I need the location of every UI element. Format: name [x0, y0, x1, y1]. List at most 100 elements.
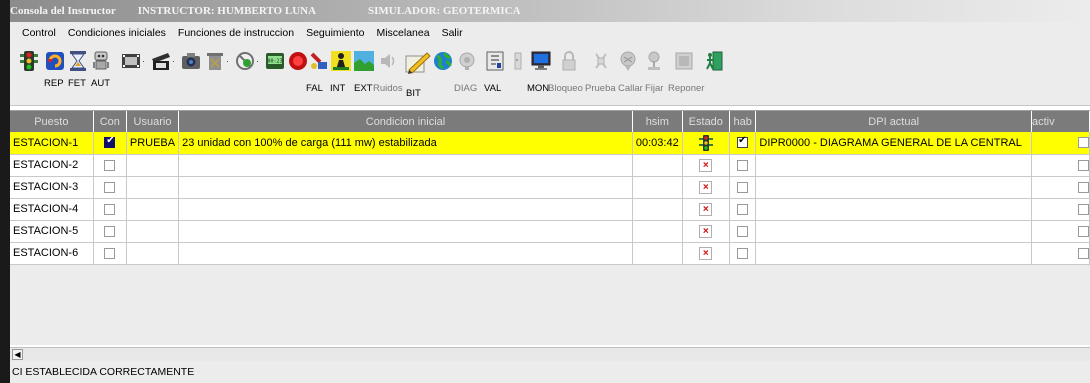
landscape-icon[interactable] — [353, 50, 375, 72]
cell-con[interactable] — [93, 198, 127, 221]
cell-puesto[interactable]: ESTACION-1 — [10, 132, 94, 155]
cell-puesto[interactable]: ESTACION-6 — [10, 242, 94, 265]
col-header-puesto[interactable]: Puesto — [10, 111, 94, 132]
worker-icon[interactable] — [330, 50, 352, 72]
cell-puesto[interactable]: ESTACION-2 — [10, 154, 94, 177]
cell-condicion-inicial[interactable]: 23 unidad con 100% de carga (111 mw) est… — [178, 132, 633, 155]
hab-checkbox[interactable] — [737, 225, 749, 237]
film-icon[interactable] — [120, 50, 142, 72]
con-checkbox[interactable] — [104, 247, 116, 259]
cell-activ[interactable] — [1031, 132, 1090, 155]
cell-puesto[interactable]: ESTACION-5 — [10, 220, 94, 243]
cell-con[interactable] — [93, 220, 127, 243]
cell-usuario[interactable] — [126, 176, 180, 199]
mute-icon[interactable] — [617, 50, 639, 72]
cell-con[interactable] — [93, 154, 127, 177]
diagnostic-icon[interactable] — [456, 50, 478, 72]
col-header-con[interactable]: Con — [93, 111, 127, 132]
robot-icon[interactable] — [90, 50, 112, 72]
table-row[interactable]: ESTACION-6 × — [10, 242, 1090, 265]
activ-checkbox[interactable] — [1077, 159, 1089, 171]
col-header-estado[interactable]: Estado — [682, 111, 730, 132]
hab-checkbox[interactable] — [737, 181, 749, 193]
dropdown-arrow-icon[interactable]: · — [172, 56, 175, 66]
col-header-usuario[interactable]: Usuario — [126, 111, 180, 132]
con-checkbox[interactable] — [104, 203, 116, 215]
cell-condicion-inicial[interactable] — [178, 198, 633, 221]
hab-checkbox[interactable] — [737, 159, 749, 171]
grey-panel-icon[interactable] — [507, 50, 529, 72]
col-header-hsim[interactable]: hsim — [632, 111, 683, 132]
timer-display-icon[interactable]: 00:23 — [264, 50, 286, 72]
menu-seguimiento[interactable]: Seguimiento — [300, 27, 370, 39]
cell-condicion-inicial[interactable] — [178, 220, 633, 243]
activ-checkbox[interactable] — [1077, 181, 1089, 193]
col-header-condicion-inicial[interactable]: Condicion inicial — [178, 111, 633, 132]
menu-condiciones-iniciales[interactable]: Condiciones iniciales — [62, 27, 172, 39]
prohibit-icon[interactable] — [234, 50, 256, 72]
cell-dpi-actual[interactable] — [755, 220, 1032, 243]
dropdown-arrow-icon[interactable]: · — [256, 56, 259, 66]
cell-usuario[interactable]: PRUEBA — [126, 132, 180, 155]
hourglass-icon[interactable] — [67, 50, 89, 72]
pencil-notebook-icon[interactable] — [403, 50, 431, 76]
activ-checkbox[interactable] — [1077, 137, 1089, 149]
cell-dpi-actual[interactable] — [755, 176, 1032, 199]
traffic-light-icon[interactable] — [18, 50, 40, 72]
cell-dpi-actual[interactable] — [755, 154, 1032, 177]
cell-usuario[interactable] — [126, 220, 180, 243]
menu-salir[interactable]: Salir — [436, 27, 469, 39]
horizontal-scrollbar[interactable]: ◀ — [10, 347, 1090, 361]
col-header-hab[interactable]: hab — [729, 111, 757, 132]
cell-activ[interactable] — [1031, 242, 1090, 265]
record-icon[interactable] — [287, 50, 309, 72]
scroll-left-icon[interactable]: ◀ — [12, 349, 23, 360]
hab-checkbox[interactable] — [737, 247, 749, 259]
dropdown-arrow-icon[interactable]: · — [142, 56, 145, 66]
trash-icon[interactable] — [204, 50, 226, 72]
cell-hab[interactable] — [729, 220, 757, 243]
activ-checkbox[interactable] — [1077, 225, 1089, 237]
table-row[interactable]: ESTACION-4 × — [10, 198, 1090, 221]
activ-checkbox[interactable] — [1077, 203, 1089, 215]
cell-usuario[interactable] — [126, 198, 180, 221]
cell-activ[interactable] — [1031, 198, 1090, 221]
cell-activ[interactable] — [1031, 220, 1090, 243]
test-icon[interactable] — [590, 50, 612, 72]
cell-usuario[interactable] — [126, 242, 180, 265]
con-checkbox[interactable] — [104, 159, 116, 171]
cell-activ[interactable] — [1031, 176, 1090, 199]
lock-icon[interactable] — [558, 50, 580, 72]
cell-condicion-inicial[interactable] — [178, 242, 633, 265]
pin-icon[interactable] — [643, 50, 665, 72]
con-checkbox[interactable] — [104, 181, 116, 193]
hab-checkbox[interactable] — [737, 203, 749, 215]
activ-checkbox[interactable] — [1077, 247, 1089, 259]
menu-miscelanea[interactable]: Miscelanea — [370, 27, 435, 39]
cell-condicion-inicial[interactable] — [178, 154, 633, 177]
cell-hab[interactable] — [729, 176, 757, 199]
col-header-dpi-actual[interactable]: DPI actual — [755, 111, 1032, 132]
cell-dpi-actual[interactable] — [755, 242, 1032, 265]
table-row[interactable]: ESTACION-1 PRUEBA23 unidad con 100% de ca… — [10, 132, 1090, 155]
menu-control[interactable]: Control — [10, 27, 62, 39]
table-row[interactable]: ESTACION-2 × — [10, 154, 1090, 177]
cell-puesto[interactable]: ESTACION-4 — [10, 198, 94, 221]
cell-dpi-actual[interactable]: DIPR0000 - DIAGRAMA GENERAL DE LA CENTRA… — [755, 132, 1032, 155]
dropdown-arrow-icon[interactable]: · — [226, 56, 229, 66]
cell-hab[interactable] — [729, 242, 757, 265]
table-row[interactable]: ESTACION-5 × — [10, 220, 1090, 243]
globe-icon[interactable] — [432, 50, 454, 72]
cell-con[interactable] — [93, 242, 127, 265]
valve-panel-icon[interactable] — [484, 50, 506, 72]
table-row[interactable]: ESTACION-3 × — [10, 176, 1090, 199]
cell-dpi-actual[interactable] — [755, 198, 1032, 221]
cell-hab[interactable] — [729, 132, 757, 155]
cell-con[interactable] — [93, 176, 127, 199]
exit-door-icon[interactable] — [703, 50, 725, 72]
cell-puesto[interactable]: ESTACION-3 — [10, 176, 94, 199]
cell-activ[interactable] — [1031, 154, 1090, 177]
cell-con[interactable] — [93, 132, 127, 155]
con-checkbox[interactable] — [104, 135, 116, 149]
clapperboard-icon[interactable] — [150, 50, 172, 72]
